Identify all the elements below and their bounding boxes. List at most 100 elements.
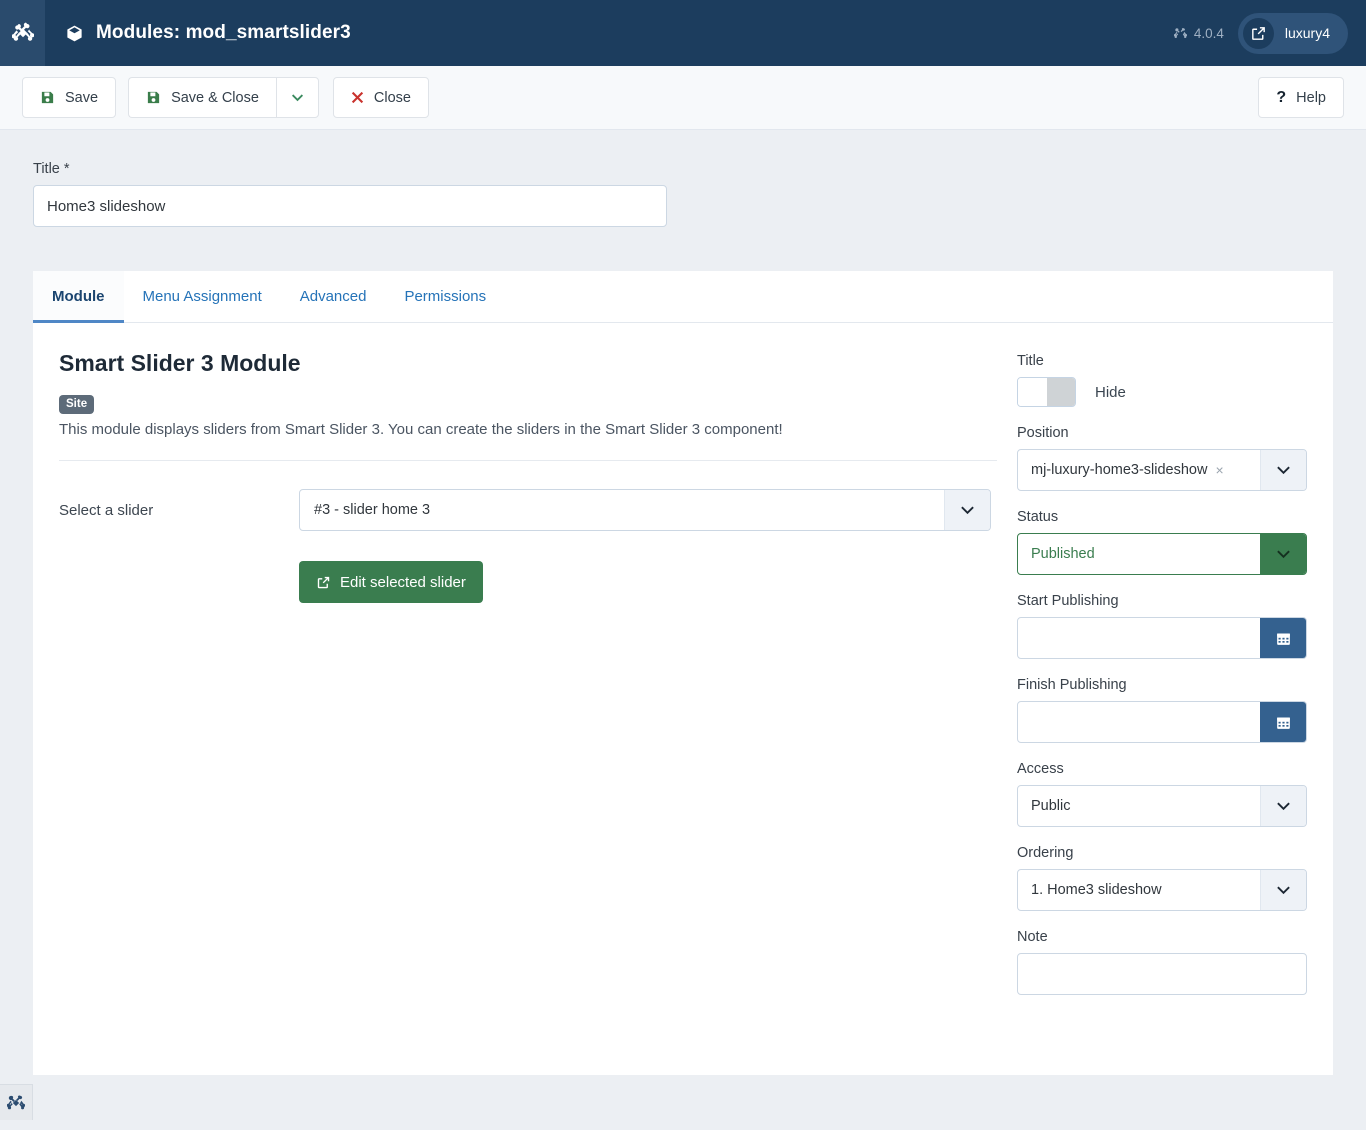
finish-publishing-control[interactable]	[1017, 701, 1307, 743]
joomla-version-badge: 4.0.4	[1173, 25, 1224, 41]
slider-select-caret-button[interactable]	[944, 490, 990, 530]
finish-publishing-value[interactable]	[1018, 702, 1260, 742]
close-button[interactable]: Close	[332, 77, 429, 118]
finish-publishing-calendar-button[interactable]	[1260, 702, 1306, 742]
position-select-value: mj-luxury-home3-slideshow	[1031, 462, 1208, 478]
question-mark-icon: ?	[1276, 88, 1287, 106]
user-name: luxury4	[1284, 25, 1330, 41]
toggle-on-half[interactable]	[1018, 378, 1047, 406]
title-toggle-text: Hide	[1095, 383, 1126, 401]
collapsed-sidebar	[0, 130, 33, 1130]
module-heading: Smart Slider 3 Module	[59, 350, 301, 376]
finish-publishing-label: Finish Publishing	[1017, 677, 1127, 693]
external-link-icon	[317, 576, 330, 588]
chevron-down-icon	[1277, 466, 1290, 475]
select-slider-row: Select a slider #3 - slider home 3	[59, 489, 997, 531]
help-button-label: Help	[1296, 89, 1326, 106]
version-number: 4.0.4	[1193, 25, 1224, 41]
calendar-icon	[1277, 717, 1290, 729]
module-tab-panel: Smart Slider 3 Module Site This module d…	[33, 323, 1333, 1103]
tabs-panel-wrapper: Module Menu Assignment Advanced Permissi…	[33, 271, 1333, 1103]
save-and-close-button[interactable]: Save & Close	[128, 77, 276, 118]
status-field: Status Published	[1017, 509, 1307, 575]
toggle-off-half[interactable]	[1046, 378, 1075, 406]
edit-selected-slider-label: Edit selected slider	[340, 573, 466, 591]
help-button[interactable]: ? Help	[1258, 77, 1344, 118]
save-options-dropdown-button[interactable]	[275, 77, 319, 118]
title-field-label: Title *	[33, 161, 70, 177]
edit-selected-slider-button[interactable]: Edit selected slider	[299, 561, 483, 603]
tab-module[interactable]: Module	[33, 271, 124, 323]
x-mark-icon	[351, 91, 364, 104]
start-publishing-field: Start Publishing	[1017, 593, 1307, 659]
note-input[interactable]	[1017, 953, 1307, 995]
ordering-field: Ordering 1. Home3 slideshow	[1017, 845, 1307, 911]
slider-select[interactable]: #3 - slider home 3	[299, 489, 991, 531]
joomla-logo-icon	[11, 22, 34, 41]
save-button[interactable]: Save	[22, 77, 117, 118]
start-publishing-value[interactable]	[1018, 618, 1260, 658]
status-select-value: Published	[1031, 546, 1095, 562]
access-select[interactable]: Public	[1017, 785, 1307, 827]
save-and-close-label: Save & Close	[171, 89, 259, 106]
note-field: Note	[1017, 929, 1307, 995]
toolbar-right-group: ? Help	[1258, 77, 1344, 118]
header-title-group: Modules: mod_smartslider3	[65, 22, 351, 44]
access-dropdown-button[interactable]	[1260, 786, 1306, 826]
cube-icon	[67, 25, 82, 41]
access-select-value: Public	[1031, 798, 1071, 814]
chevron-down-icon	[291, 94, 303, 102]
joomla-logo-icon	[7, 1095, 25, 1109]
ordering-label: Ordering	[1017, 845, 1074, 861]
chevron-down-icon	[1277, 802, 1290, 811]
access-field: Access Public	[1017, 761, 1307, 827]
ordering-select[interactable]: 1. Home3 slideshow	[1017, 869, 1307, 911]
status-select[interactable]: Published	[1017, 533, 1307, 575]
position-select[interactable]: mj-luxury-home3-slideshow ×	[1017, 449, 1307, 491]
module-side-column: Title Hide Position mj-luxury-home3-slid…	[1017, 350, 1307, 1103]
content-area: Title * Module Menu Assignment Advanced …	[33, 130, 1333, 1103]
external-link-icon	[1242, 17, 1274, 49]
editor-toolbar: Save Save & Close Close ? Help	[0, 66, 1366, 130]
close-button-label: Close	[373, 89, 411, 106]
chevron-down-icon	[1277, 550, 1290, 559]
slider-select-value: #3 - slider home 3	[314, 502, 431, 518]
calendar-icon	[1277, 633, 1290, 645]
position-select-value-wrap: mj-luxury-home3-slideshow ×	[1018, 450, 1260, 490]
site-preview-button[interactable]: luxury4	[1237, 12, 1348, 54]
start-publishing-calendar-button[interactable]	[1260, 618, 1306, 658]
tab-advanced[interactable]: Advanced	[281, 271, 386, 323]
position-label: Position	[1017, 425, 1069, 441]
section-divider	[59, 460, 997, 461]
position-dropdown-button[interactable]	[1260, 450, 1306, 490]
header-actions: 4.0.4 luxury4	[1173, 0, 1348, 66]
title-visibility-field: Title Hide	[1017, 353, 1307, 407]
access-label: Access	[1017, 761, 1064, 777]
start-publishing-control[interactable]	[1017, 617, 1307, 659]
note-label: Note	[1017, 929, 1048, 945]
joomla-logo-button[interactable]	[0, 0, 45, 66]
sidebar-toggle-button[interactable]	[0, 1084, 33, 1120]
start-publishing-label: Start Publishing	[1017, 593, 1119, 609]
floppy-disk-icon	[41, 91, 54, 104]
floppy-disk-icon	[147, 91, 160, 104]
joomla-mark-icon	[1173, 27, 1187, 38]
module-description: This module displays sliders from Smart …	[59, 421, 783, 438]
position-clear-icon[interactable]: ×	[1215, 462, 1223, 478]
status-label: Status	[1017, 509, 1059, 525]
save-close-group: Save & Close	[128, 77, 319, 118]
chevron-down-icon	[961, 506, 974, 515]
tab-permissions[interactable]: Permissions	[385, 271, 505, 323]
tab-menu-assignment[interactable]: Menu Assignment	[124, 271, 281, 323]
page-body: Title * Module Menu Assignment Advanced …	[0, 130, 1366, 1130]
title-show-hide-toggle[interactable]	[1017, 377, 1076, 407]
title-visibility-label: Title	[1017, 353, 1044, 369]
module-main-column: Smart Slider 3 Module Site This module d…	[59, 350, 1017, 1103]
footer-bar	[0, 1075, 1366, 1130]
title-visibility-row: Hide	[1017, 377, 1307, 407]
ordering-select-value: 1. Home3 slideshow	[1031, 882, 1162, 898]
save-button-label: Save	[65, 89, 99, 106]
status-dropdown-button[interactable]	[1260, 534, 1306, 574]
title-input[interactable]	[33, 185, 667, 227]
ordering-dropdown-button[interactable]	[1260, 870, 1306, 910]
